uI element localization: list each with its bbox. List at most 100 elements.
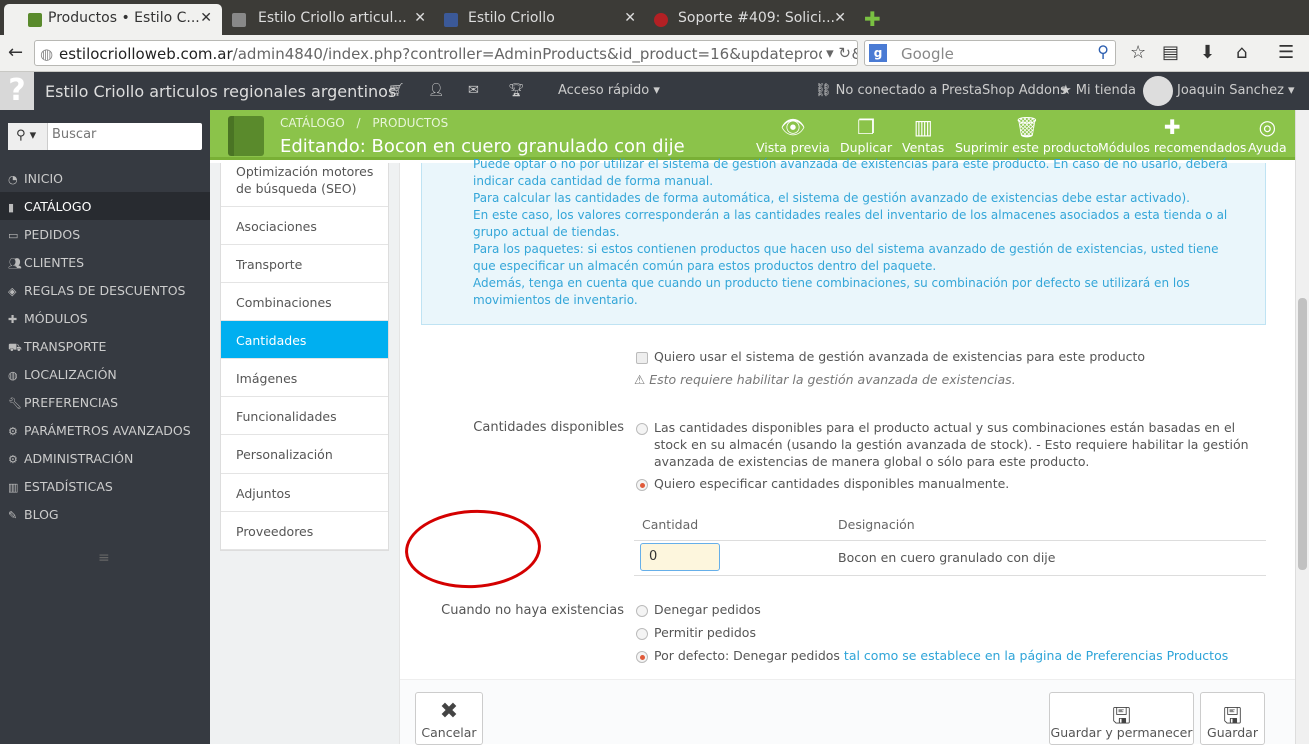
envelope-icon[interactable]: ✉ — [468, 83, 479, 98]
product-tab-9[interactable]: Adjuntos — [221, 474, 388, 512]
help-button[interactable]: ◎ Ayuda — [1248, 114, 1287, 155]
download-icon[interactable]: ⬇ — [1200, 42, 1215, 63]
save-icon: 🖫︎ — [1223, 704, 1242, 729]
product-tab-2[interactable]: Asociaciones — [221, 207, 388, 245]
allow-orders-radio[interactable] — [636, 628, 648, 640]
browser-tab-2[interactable]: Estilo Criollo articul... ✕ — [214, 4, 436, 35]
default-prefix: Por defecto: Denegar pedidos — [654, 648, 840, 663]
deny-orders-label: Denegar pedidos — [654, 602, 761, 617]
lifebuoy-icon: ◎ — [1258, 115, 1277, 139]
sidebar-item-preferencias[interactable]: 🔧︎ PREFERENCIAS — [0, 388, 210, 416]
book-icon — [228, 116, 264, 156]
sales-button[interactable]: ▥ Ventas — [902, 114, 944, 155]
save-and-stay-button[interactable]: 🖫︎ Guardar y permanecer — [1049, 692, 1194, 745]
page-scrollbar[interactable] — [1295, 110, 1309, 744]
scrollbar-thumb[interactable] — [1298, 298, 1307, 570]
form-footer: ✖ Cancelar 🖫︎ Guardar y permanecer 🖫︎ Guard… — [400, 679, 1296, 745]
sidebar-item-label: PEDIDOS — [24, 227, 81, 242]
sidebar-item-estadísticas[interactable]: ▥ ESTADÍSTICAS — [0, 472, 210, 500]
gear-icon: ⚙ — [8, 453, 18, 466]
edit-icon: ✎ — [8, 509, 18, 522]
preview-label: Vista previa — [756, 140, 830, 155]
duplicate-label: Duplicar — [840, 140, 893, 155]
addons-link[interactable]: ⛓ No conectado a PrestaShop Addons — [815, 83, 1067, 98]
preview-button[interactable]: 👁︎ Vista previa — [756, 114, 830, 155]
user-name: Joaquin Sanchez — [1177, 83, 1284, 98]
recommended-modules-button[interactable]: ✚ Módulos recomendados — [1098, 114, 1246, 155]
search-icon[interactable]: ⚲ — [1097, 42, 1109, 61]
quantity-table: Cantidad Designación 0 Bocon en cuero gr… — [634, 506, 1266, 576]
search-type-dropdown[interactable]: ⚲ ▾ — [8, 123, 48, 150]
warning-text: Esto requiere habilitar la gestión avanz… — [649, 372, 1016, 387]
back-arrow-icon[interactable]: ← — [8, 42, 23, 63]
puzzle-icon: ✚ — [1163, 115, 1181, 139]
trophy-icon[interactable]: 🏆︎ — [508, 83, 525, 98]
menu-icon[interactable]: ☰ — [1278, 42, 1294, 63]
browser-tab-3[interactable]: Estilo Criollo ✕ — [424, 4, 646, 35]
product-tab-4[interactable]: Combinaciones — [221, 283, 388, 321]
help-question-icon[interactable]: ? — [0, 72, 34, 110]
sidebar-item-inicio[interactable]: ◔ INICIO — [0, 164, 210, 192]
manual-quantity-radio[interactable] — [636, 479, 648, 491]
sidebar-item-parámetros-avanzados[interactable]: ⚙ PARÁMETROS AVANZADOS — [0, 416, 210, 444]
product-tab-6[interactable]: Imágenes — [221, 359, 388, 397]
google-search-box[interactable]: g Google ⚲ — [864, 40, 1116, 66]
browser-tab-4[interactable]: Soporte #409: Solici... ✕ — [634, 4, 856, 35]
sidebar-item-módulos[interactable]: ✚ MÓDULOS — [0, 304, 210, 332]
link-icon: ⛓ — [815, 83, 832, 98]
puzzle-icon: ✚ — [8, 313, 18, 326]
search-icon: ⚲ — [16, 128, 26, 143]
info-line-3: En este caso, los valores corresponderán… — [473, 208, 1228, 239]
browser-tab-1[interactable]: Productos • Estilo C... ✕ — [4, 4, 222, 35]
product-tab-8[interactable]: Personalización — [221, 435, 388, 474]
breadcrumb-products[interactable]: PRODUCTOS — [372, 116, 448, 130]
sidebar-item-localización[interactable]: ◍ LOCALIZACIÓN — [0, 360, 210, 388]
sidebar-item-blog[interactable]: ✎ BLOG — [0, 500, 210, 528]
user-icon[interactable]: 👤︎ — [428, 83, 445, 98]
duplicate-button[interactable]: ❐ Duplicar — [840, 114, 892, 155]
search-input[interactable] — [52, 127, 192, 142]
sidebar-item-administración[interactable]: ⚙ ADMINISTRACIÓN — [0, 444, 210, 472]
home-icon[interactable]: ⌂ — [1236, 42, 1247, 63]
quantity-input[interactable]: 0 — [640, 543, 720, 571]
close-icon[interactable]: ✕ — [834, 10, 846, 26]
default-orders-radio[interactable] — [636, 651, 648, 663]
sidebar-item-label: ADMINISTRACIÓN — [24, 451, 134, 466]
globe-icon: ◍ — [8, 369, 18, 382]
save-button[interactable]: 🖫︎ Guardar — [1200, 692, 1265, 745]
collapse-menu-icon[interactable]: ≡ — [98, 550, 110, 566]
product-tab-3[interactable]: Transporte — [221, 245, 388, 283]
shop-name[interactable]: Estilo Criollo articulos regionales arge… — [45, 82, 396, 101]
product-tab-1[interactable]: Optimización motores de búsqueda (SEO) — [221, 157, 388, 207]
sidebar-item-reglas-de-descuentos[interactable]: ◈ REGLAS DE DESCUENTOS — [0, 276, 210, 304]
quick-access-dropdown[interactable]: Acceso rápido ▾ — [558, 83, 660, 98]
cart-icon[interactable]: 🛒︎ — [388, 83, 405, 98]
sidebar-item-pedidos[interactable]: ▭ PEDIDOS — [0, 220, 210, 248]
tab-title: Soporte #409: Solici... — [678, 10, 836, 26]
new-tab-plus-icon[interactable]: ✚ — [864, 7, 881, 31]
product-tab-10[interactable]: Proveedores — [221, 512, 388, 550]
sidebar-item-transporte[interactable]: ⛟ TRANSPORTE — [0, 332, 210, 360]
preferences-link[interactable]: tal como se establece en la página de Pr… — [844, 648, 1228, 663]
dropdown-reload-icon[interactable]: ▾ ↻ — [822, 44, 851, 62]
product-tab-7[interactable]: Funcionalidades — [221, 397, 388, 435]
url-bar[interactable]: ◍ estilocriolloweb.com.ar/admin4840/inde… — [34, 40, 858, 66]
advanced-stock-checkbox[interactable] — [636, 352, 648, 364]
product-tab-5[interactable]: Cantidades — [221, 321, 388, 359]
user-menu[interactable]: Joaquin Sanchez ▾ — [1177, 83, 1295, 98]
sidebar-item-catálogo[interactable]: ▮ CATÁLOGO — [0, 192, 210, 220]
close-icon[interactable]: ✕ — [200, 10, 212, 26]
stock-based-radio[interactable] — [636, 423, 648, 435]
browser-nav-bar: ← ◍ estilocriolloweb.com.ar/admin4840/in… — [0, 35, 1309, 72]
my-shop-link[interactable]: ★ Mi tienda — [1060, 83, 1136, 98]
avatar[interactable] — [1143, 76, 1173, 106]
breadcrumb-catalog[interactable]: CATÁLOGO — [280, 116, 345, 130]
sidebar-item-label: INICIO — [24, 171, 63, 186]
star-icon[interactable]: ☆ — [1130, 42, 1146, 63]
sidebar-item-clientes[interactable]: 👥︎ CLIENTES — [0, 248, 210, 276]
delete-product-button[interactable]: 🗑︎ Suprimir este producto — [955, 114, 1099, 155]
close-icon: ✖ — [439, 699, 459, 724]
bookmarks-icon[interactable]: ▤ — [1162, 42, 1179, 63]
cancel-button[interactable]: ✖ Cancelar — [415, 692, 483, 745]
deny-orders-radio[interactable] — [636, 605, 648, 617]
